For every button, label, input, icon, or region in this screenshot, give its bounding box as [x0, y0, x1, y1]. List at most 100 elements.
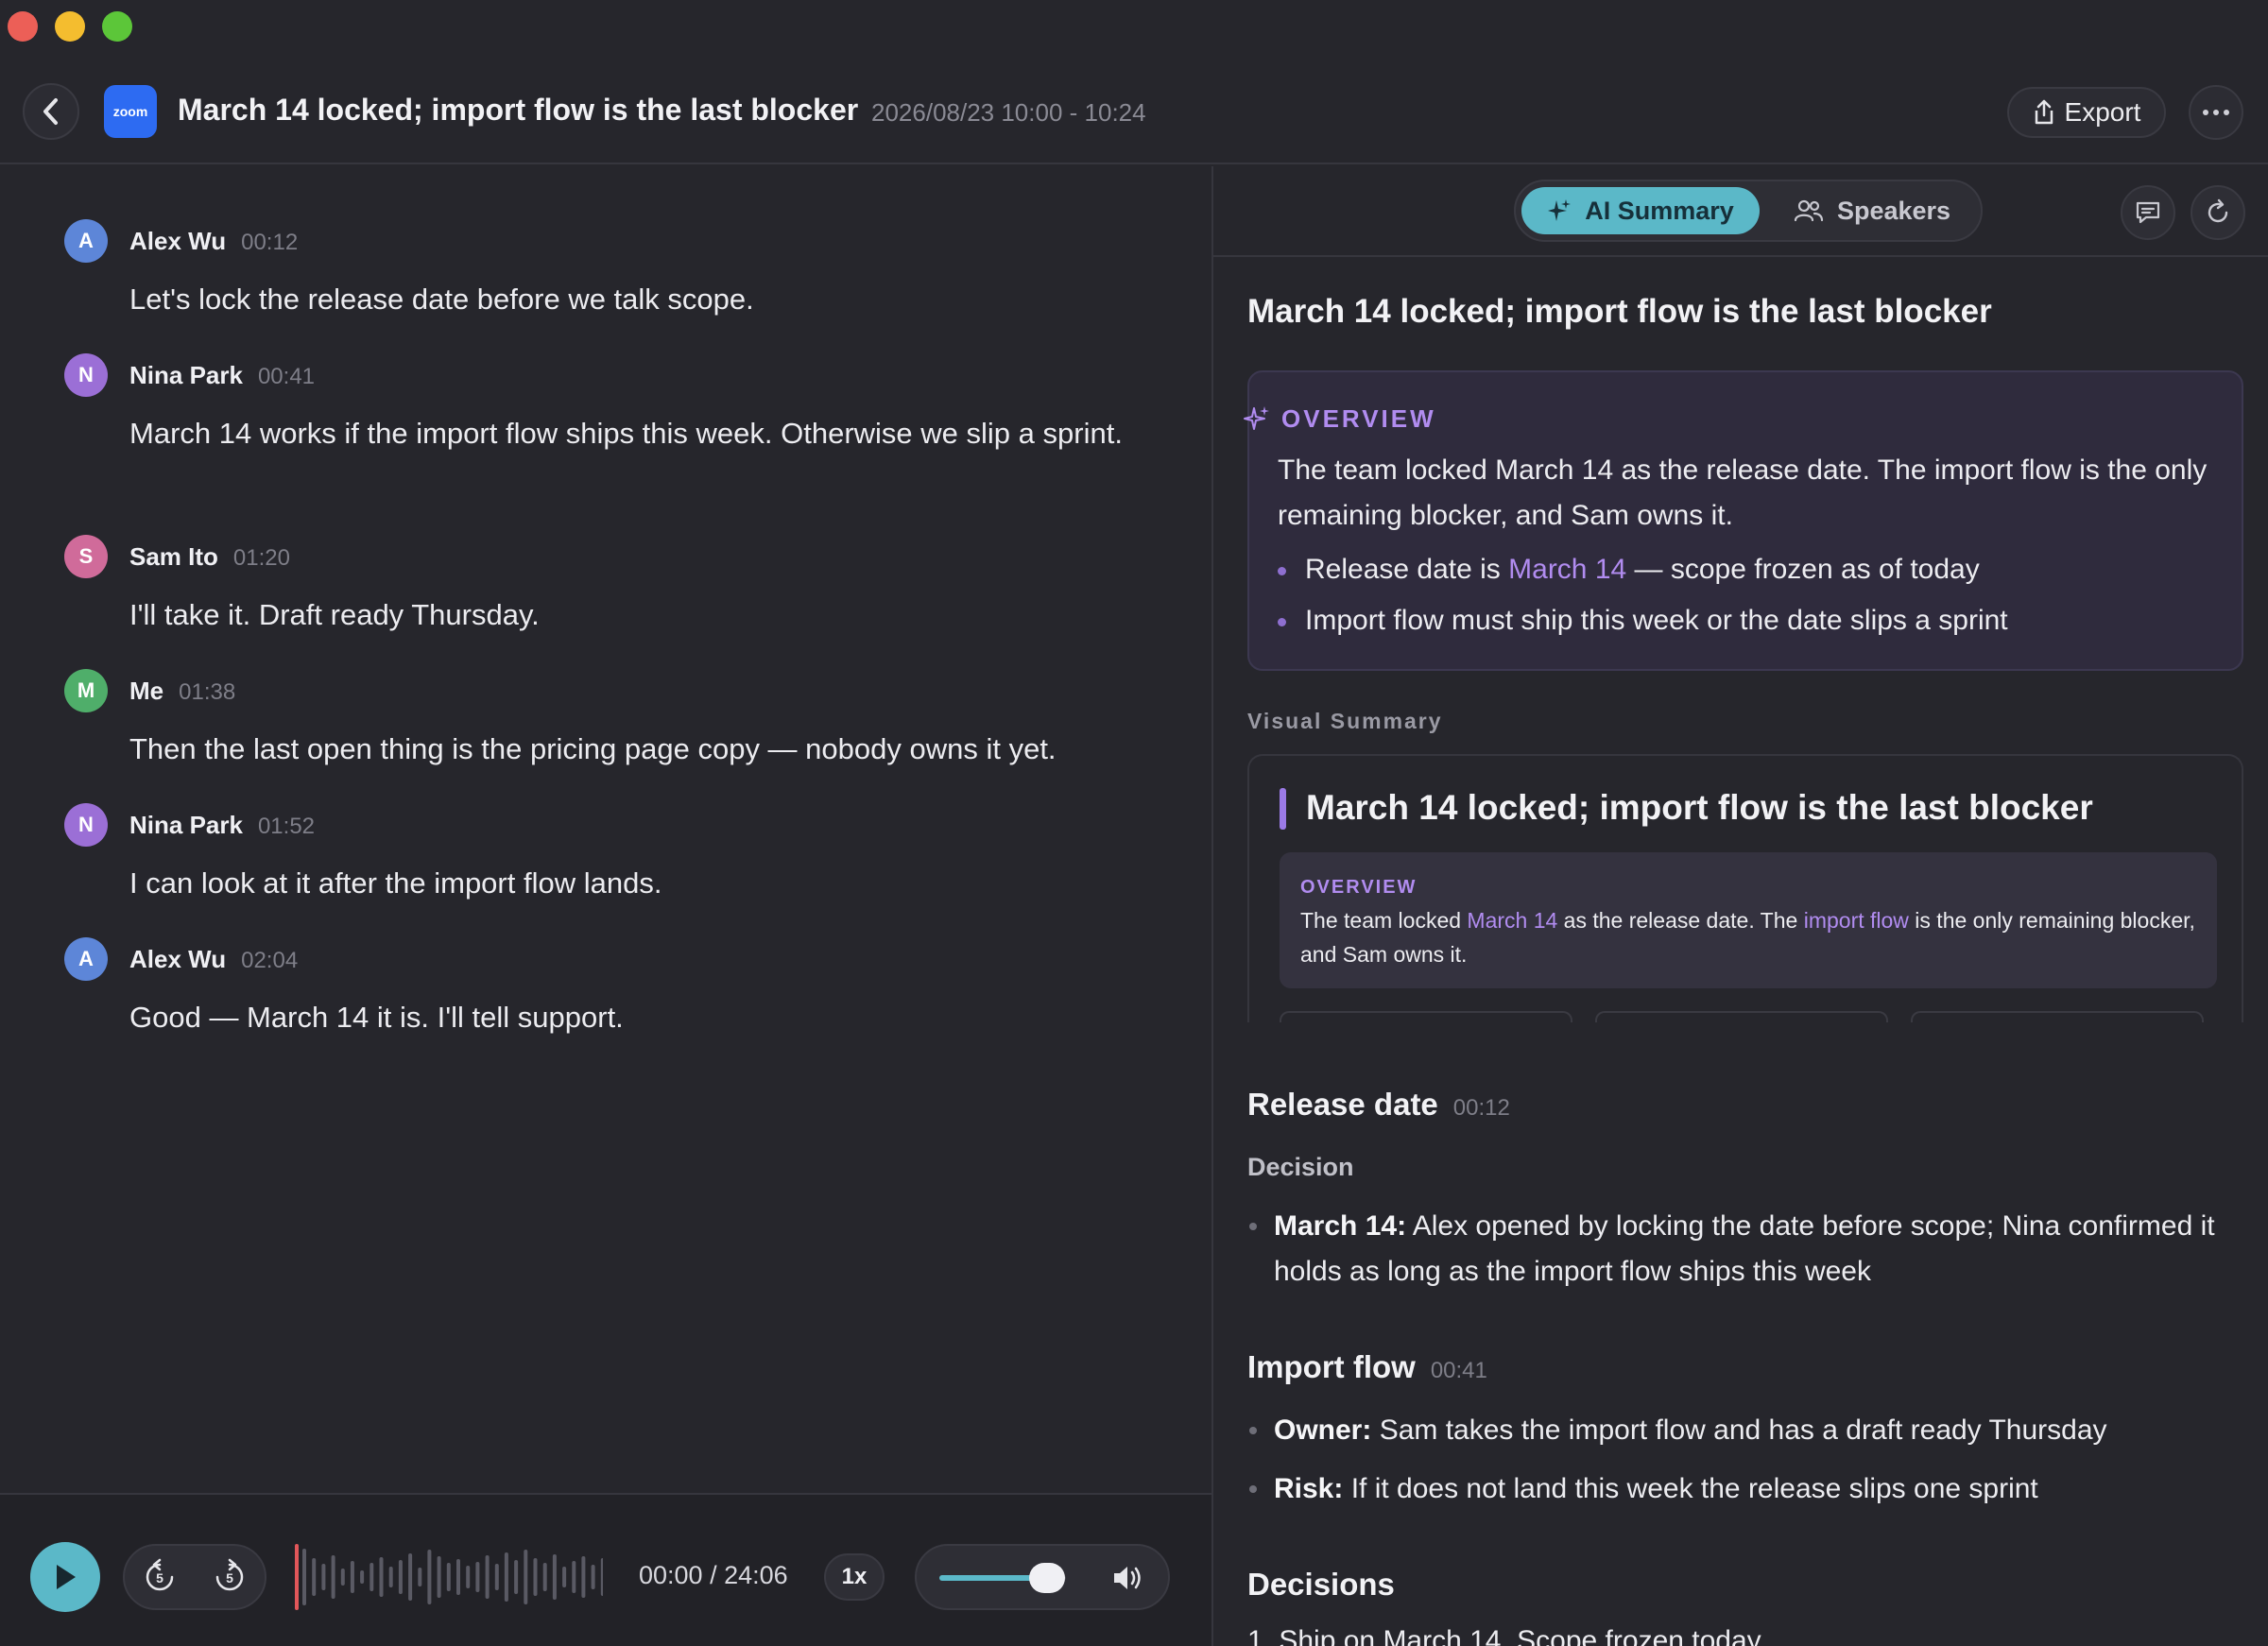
message-text: I'll take it. Draft ready Thursday. — [129, 598, 540, 631]
avatar: N — [64, 353, 108, 397]
refresh-button[interactable] — [2191, 185, 2245, 240]
speaker-name: Alex Wu 00:12 — [129, 227, 299, 255]
highlight-date: March 14 — [1508, 554, 1627, 585]
waveform-bar — [494, 1564, 499, 1590]
waveform-bar — [572, 1561, 576, 1593]
message-timestamp[interactable]: 00:41 — [258, 364, 315, 389]
message-text: Then the last open thing is the pricing … — [129, 732, 1057, 765]
volume-control — [915, 1544, 1170, 1610]
message-timestamp[interactable]: 01:38 — [179, 679, 235, 705]
visual-card-stub — [1280, 1011, 1572, 1022]
tab-speakers[interactable]: Speakers — [1773, 187, 1971, 234]
speaker-name: Alex Wu 02:04 — [129, 945, 299, 973]
message-text: March 14 works if the import flow ships … — [129, 417, 1123, 450]
playback-time: 00:00 / 24:06 — [639, 1561, 788, 1589]
message-text: I can look at it after the import flow l… — [129, 866, 662, 900]
export-label: Export — [2064, 97, 2141, 127]
back-button[interactable] — [23, 83, 79, 140]
message-timestamp[interactable]: 01:52 — [258, 814, 315, 839]
play-icon — [57, 1565, 76, 1589]
list-item: Owner: Sam takes the import flow and has… — [1247, 1408, 2249, 1453]
panel-divider — [1213, 255, 2268, 257]
playback-speed-button[interactable]: 1x — [824, 1553, 885, 1601]
maximize-window-button[interactable] — [102, 11, 132, 42]
waveform-bar — [321, 1564, 326, 1590]
visual-summary-title: March 14 locked; import flow is the last… — [1306, 788, 2093, 827]
message-timestamp[interactable]: 00:12 — [241, 230, 298, 255]
waveform-bar — [466, 1566, 471, 1588]
speaker-name: Nina Park 00:41 — [129, 361, 316, 389]
minimize-window-button[interactable] — [55, 11, 85, 42]
ellipsis-icon — [2203, 110, 2229, 115]
waveform-scrubber[interactable] — [295, 1540, 603, 1614]
waveform-bar — [427, 1550, 432, 1604]
list-item: Risk: If it does not land this week the … — [1247, 1466, 2249, 1512]
waveform-bar — [542, 1563, 547, 1591]
playhead[interactable] — [295, 1544, 299, 1610]
export-button[interactable]: Export — [2007, 87, 2166, 138]
tab-ai-summary-label: AI Summary — [1585, 196, 1734, 225]
subsection-decision: Decision — [1247, 1153, 1354, 1181]
overview-text: The team locked March 14 as the release … — [1278, 454, 2208, 531]
waveform-bar — [418, 1568, 422, 1586]
overview-label: OVERVIEW — [1281, 404, 1436, 433]
waveform-bar — [340, 1569, 345, 1586]
section-release-date: Release date 00:12 — [1247, 1087, 1510, 1122]
avatar: M — [64, 669, 108, 712]
decision-item: 1. Ship on March 14. Scope frozen today — [1247, 1625, 1761, 1646]
tab-ai-summary[interactable]: AI Summary — [1521, 187, 1760, 234]
waveform-bar — [514, 1560, 519, 1594]
waveform-bar — [591, 1565, 595, 1589]
avatar: S — [64, 535, 108, 578]
section-timestamp[interactable]: 00:12 — [1453, 1095, 1510, 1121]
skip-forward-icon[interactable]: 5 — [211, 1558, 249, 1596]
waveform-bar — [437, 1556, 441, 1598]
title-bar: zoom March 14 locked; import flow is the… — [0, 0, 2268, 164]
view-tabs: AI Summary Speakers — [1514, 180, 1983, 242]
waveform-bar — [369, 1563, 374, 1591]
sparkle-icon — [1244, 406, 1269, 430]
waveform-bar — [446, 1563, 451, 1591]
section-decisions: Decisions — [1247, 1567, 1395, 1602]
share-icon — [2035, 99, 2053, 125]
waveform-bar — [485, 1555, 490, 1599]
audio-player: 5 5 00:00 / 24:06 1x — [0, 1493, 1211, 1646]
section-timestamp[interactable]: 00:41 — [1431, 1358, 1487, 1383]
speaker-name: Me 01:38 — [129, 677, 236, 705]
comment-button[interactable] — [2121, 185, 2175, 240]
accent-bar — [1280, 788, 1286, 830]
overview-bullet: Import flow must ship this week or the d… — [1278, 605, 2008, 637]
skip-back-icon[interactable]: 5 — [141, 1558, 179, 1596]
visual-summary-label: Visual Summary — [1247, 709, 1443, 733]
waveform-bar — [524, 1550, 528, 1604]
refresh-icon — [2208, 198, 2228, 223]
waveform-bar — [388, 1567, 393, 1587]
zoom-logo: zoom — [104, 85, 157, 138]
message-text: Let's lock the release date before we ta… — [129, 283, 754, 316]
speaker-name: Sam Ito 01:20 — [129, 542, 290, 571]
message-timestamp[interactable]: 01:20 — [233, 545, 290, 571]
waveform-bar — [552, 1554, 557, 1600]
close-window-button[interactable] — [8, 11, 38, 42]
visual-summary-cards-row — [1280, 1011, 2217, 1022]
visual-summary-card[interactable]: March 14 locked; import flow is the last… — [1247, 754, 2243, 1022]
volume-icon[interactable] — [1111, 1563, 1143, 1593]
waveform-bar — [312, 1558, 317, 1596]
visual-overview-label: OVERVIEW — [1300, 877, 1418, 898]
waveform-bar — [302, 1549, 306, 1605]
waveform-bar — [408, 1553, 413, 1601]
sparkle-icon — [1548, 199, 1572, 221]
message-timestamp[interactable]: 02:04 — [241, 948, 298, 973]
play-button[interactable] — [30, 1542, 100, 1612]
waveform-bar — [379, 1557, 384, 1597]
visual-overview-text: The team locked March 14 as the release … — [1300, 908, 2195, 967]
volume-knob[interactable] — [1028, 1563, 1065, 1593]
meeting-time: 2026/08/23 10:00 - 10:24 — [871, 98, 1146, 127]
waveform-bar — [504, 1552, 508, 1602]
waveform-bar — [562, 1567, 567, 1587]
summary-title: March 14 locked; import flow is the last… — [1247, 293, 1992, 330]
message-text: Good — March 14 it is. I'll tell support… — [129, 1001, 624, 1034]
waveform-bar — [581, 1556, 586, 1598]
comment-icon — [2136, 201, 2160, 224]
more-options-button[interactable] — [2189, 85, 2243, 140]
